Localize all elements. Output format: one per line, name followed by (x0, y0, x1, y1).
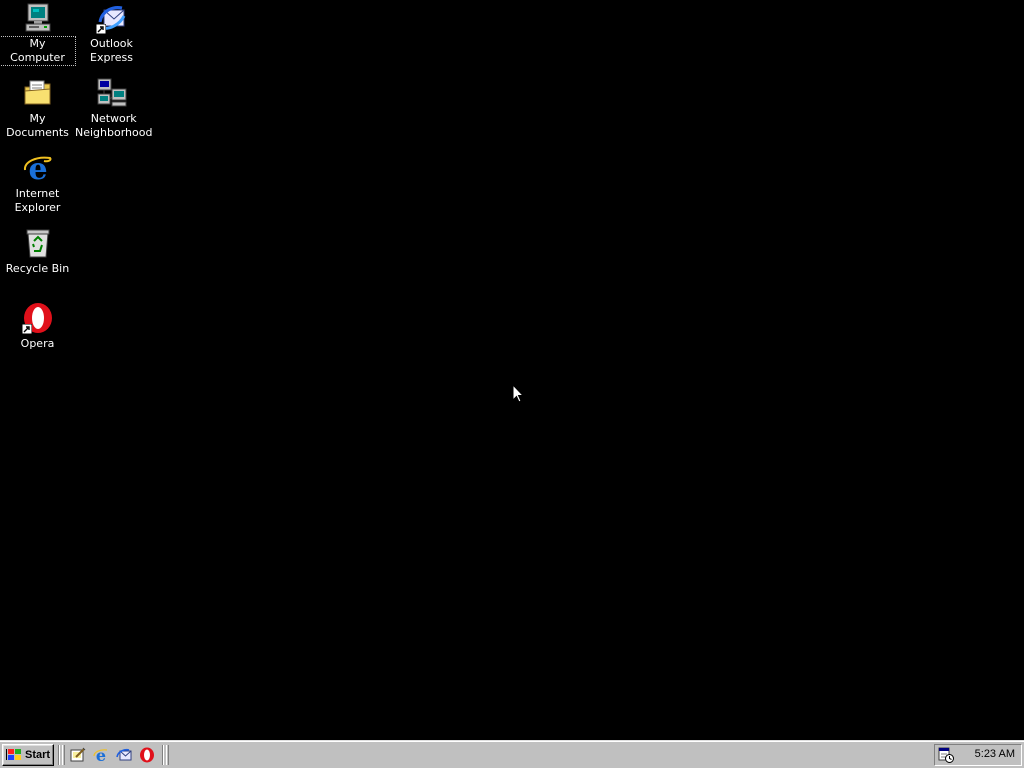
desktop[interactable]: My Computer Outlook Express My Documents… (0, 0, 1024, 740)
desktop-icon-label: Recycle Bin (5, 262, 70, 275)
my-computer-icon (22, 2, 54, 34)
task-area-grip[interactable] (166, 745, 169, 765)
desktop-icon-network-neighborhood[interactable]: Network Neighborhood (74, 77, 152, 140)
recycle-bin-icon (22, 227, 54, 259)
start-button[interactable]: Start (2, 744, 54, 766)
show-desktop-icon[interactable] (70, 747, 86, 763)
desktop-icon-label: My Documents (6, 112, 69, 139)
desktop-icon-my-documents[interactable]: My Documents (0, 77, 75, 140)
desktop-icon-outlook-express[interactable]: Outlook Express (74, 2, 149, 65)
internet-explorer-icon[interactable]: e (93, 747, 109, 763)
outlook-express-icon (95, 2, 128, 34)
desktop-icon-my-computer[interactable]: My Computer (0, 2, 76, 66)
mouse-pointer-icon (512, 384, 524, 403)
desktop-icon-opera[interactable]: Opera (0, 302, 75, 351)
internet-explorer-icon: e (22, 152, 54, 184)
taskbar-separator (58, 745, 60, 765)
my-documents-icon (22, 77, 54, 109)
desktop-icon-recycle-bin[interactable]: Recycle Bin (0, 227, 75, 276)
desktop-icon-label: My Computer (0, 36, 76, 66)
taskbar-clock[interactable]: 5:23 AM (975, 748, 1015, 760)
shortcut-arrow-icon (95, 24, 106, 34)
outlook-express-icon[interactable] (116, 747, 132, 763)
windows-logo-icon (6, 749, 21, 760)
desktop-icon-label: Internet Explorer (14, 187, 61, 214)
quick-launch-grip[interactable] (62, 745, 65, 765)
opera-icon (21, 302, 54, 334)
desktop-icon-label: Network Neighborhood (75, 112, 153, 139)
network-neighborhood-icon (96, 77, 128, 109)
shortcut-arrow-icon (21, 324, 32, 334)
desktop-icon-label: Outlook Express (90, 37, 133, 64)
taskbar-separator (162, 745, 164, 765)
desktop-icon-label: Opera (20, 337, 55, 350)
system-tray: 5:23 AM (934, 744, 1022, 766)
task-scheduler-icon[interactable] (938, 747, 954, 763)
taskbar[interactable]: Start e 5:23 AM (0, 740, 1024, 768)
start-label: Start (25, 749, 51, 761)
desktop-icon-internet-explorer[interactable]: e Internet Explorer (0, 152, 75, 215)
opera-icon[interactable] (139, 747, 155, 763)
